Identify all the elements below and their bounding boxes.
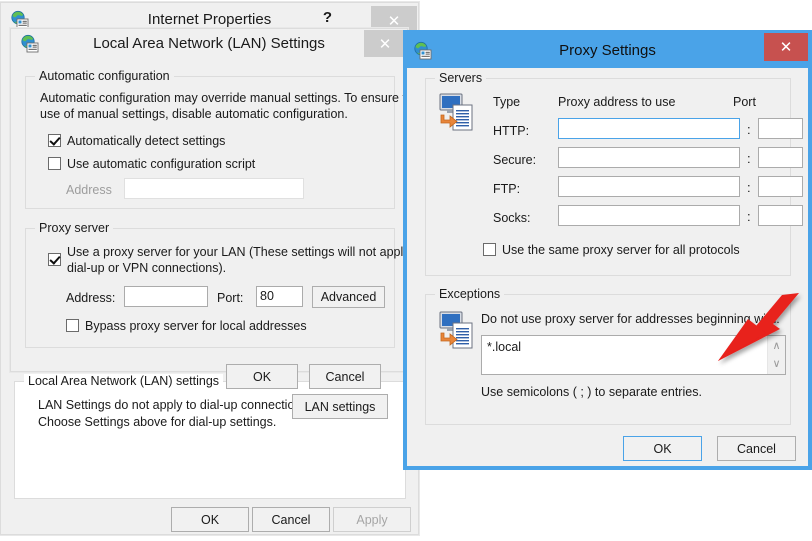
server-port-input-ftp[interactable] bbox=[758, 176, 803, 197]
automatically-detect-settings-label: Automatically detect settings bbox=[67, 134, 226, 148]
automatically-detect-settings-checkbox[interactable] bbox=[48, 134, 61, 147]
server-address-input-secure[interactable] bbox=[558, 147, 740, 168]
proxy-settings-title: Proxy Settings bbox=[559, 42, 656, 59]
lan-settings-close-button[interactable]: ✕ bbox=[364, 30, 406, 57]
server-row-type-socks: Socks: bbox=[493, 211, 531, 225]
screen-root: Internet Properties ? ✕ Local Area Netwo… bbox=[0, 0, 812, 541]
server-port-input-secure[interactable] bbox=[758, 147, 803, 168]
lan-settings-title: Local Area Network (LAN) Settings bbox=[93, 35, 325, 52]
use-automatic-configuration-script-label: Use automatic configuration script bbox=[67, 157, 256, 171]
proxy-exceptions-icon bbox=[438, 309, 478, 353]
proxy-settings-close-button[interactable]: ✕ bbox=[764, 33, 808, 61]
proxy-server-legend: Proxy server bbox=[35, 221, 114, 235]
proxy-settings-window: Proxy Settings ✕ Servers Type Proxy addr… bbox=[403, 30, 812, 470]
servers-column-type: Type bbox=[493, 95, 521, 109]
server-colon-secure: : bbox=[747, 151, 751, 166]
advanced-button[interactable]: Advanced bbox=[312, 286, 385, 308]
server-address-input-socks[interactable] bbox=[558, 205, 740, 226]
automatic-configuration-description-line1: Automatic configuration may override man… bbox=[40, 91, 420, 105]
server-address-input-http[interactable] bbox=[558, 118, 740, 139]
script-address-input[interactable] bbox=[124, 178, 304, 199]
internet-properties-apply-button: Apply bbox=[333, 507, 411, 532]
servers-group: Servers Type Proxy address to use Port H… bbox=[425, 71, 803, 276]
bypass-proxy-checkbox[interactable] bbox=[66, 319, 79, 332]
automatic-configuration-description-line2: use of manual settings, disable automati… bbox=[40, 107, 348, 121]
use-proxy-server-label-line2: dial-up or VPN connections). bbox=[67, 261, 227, 275]
proxy-server-group: Proxy server Use a proxy server for your… bbox=[25, 221, 423, 348]
lan-settings-cancel-button[interactable]: Cancel bbox=[309, 364, 381, 389]
exceptions-textarea[interactable]: *.local ∧ ∨ bbox=[481, 335, 786, 375]
use-same-proxy-checkbox[interactable] bbox=[483, 243, 496, 256]
script-address-label: Address bbox=[66, 183, 112, 197]
proxy-port-input[interactable]: 80 bbox=[256, 286, 303, 307]
use-automatic-configuration-script-checkbox[interactable] bbox=[48, 157, 61, 170]
server-colon-ftp: : bbox=[747, 180, 751, 195]
server-row-type-ftp: FTP: bbox=[493, 182, 521, 196]
server-port-input-socks[interactable] bbox=[758, 205, 803, 226]
server-address-input-ftp[interactable] bbox=[558, 176, 740, 197]
lan-settings-description-line1: LAN Settings do not apply to dial-up con… bbox=[38, 398, 312, 412]
server-port-input-http[interactable] bbox=[758, 118, 803, 139]
server-row-type-secure: Secure: bbox=[493, 153, 537, 167]
servers-column-address: Proxy address to use bbox=[558, 95, 676, 109]
server-row-type-http: HTTP: bbox=[493, 124, 530, 138]
lan-settings-ok-button[interactable]: OK bbox=[226, 364, 298, 389]
internet-properties-cancel-button[interactable]: Cancel bbox=[252, 507, 330, 532]
lan-settings-button[interactable]: LAN settings bbox=[292, 394, 388, 419]
use-proxy-server-label-line1: Use a proxy server for your LAN (These s… bbox=[67, 245, 424, 259]
automatic-configuration-legend: Automatic configuration bbox=[35, 69, 174, 83]
use-same-proxy-label: Use the same proxy server for all protoc… bbox=[502, 243, 740, 257]
proxy-settings-titlebar: Proxy Settings ✕ bbox=[407, 33, 808, 68]
proxy-settings-ok-button[interactable]: OK bbox=[623, 436, 702, 461]
lan-settings-group: Local Area Network (LAN) settings LAN Se… bbox=[14, 374, 406, 499]
lan-settings-group-legend: Local Area Network (LAN) settings bbox=[24, 374, 224, 388]
servers-column-port: Port bbox=[733, 95, 756, 109]
automatic-configuration-group: Automatic configuration Automatic config… bbox=[25, 69, 420, 209]
servers-legend: Servers bbox=[435, 71, 487, 85]
lan-settings-window: Local Area Network (LAN) Settings ✕ Auto… bbox=[10, 28, 423, 389]
scroll-up-icon[interactable]: ∧ bbox=[768, 339, 785, 353]
exceptions-hint: Use semicolons ( ; ) to separate entries… bbox=[481, 385, 702, 399]
exceptions-value: *.local bbox=[487, 340, 522, 354]
use-proxy-server-checkbox[interactable] bbox=[48, 253, 61, 266]
lan-settings-description-line2: Choose Settings above for dial-up settin… bbox=[38, 415, 277, 429]
exceptions-group: Exceptions Do not use proxy server for a… bbox=[425, 287, 791, 425]
exceptions-legend: Exceptions bbox=[435, 287, 505, 301]
bypass-proxy-label: Bypass proxy server for local addresses bbox=[85, 319, 307, 333]
proxy-settings-cancel-button[interactable]: Cancel bbox=[717, 436, 796, 461]
proxy-port-label: Port: bbox=[217, 291, 244, 305]
lan-settings-titlebar: Local Area Network (LAN) Settings ✕ bbox=[11, 29, 407, 59]
server-colon-socks: : bbox=[747, 209, 751, 224]
scroll-down-icon[interactable]: ∨ bbox=[768, 357, 785, 371]
internet-properties-ok-button[interactable]: OK bbox=[171, 507, 249, 532]
help-button[interactable]: ? bbox=[323, 9, 332, 26]
server-colon-http: : bbox=[747, 122, 751, 137]
proxy-address-label: Address: bbox=[66, 291, 116, 305]
exceptions-description: Do not use proxy server for addresses be… bbox=[481, 312, 780, 326]
exceptions-scrollbar[interactable]: ∧ ∨ bbox=[767, 336, 785, 374]
proxy-servers-icon bbox=[438, 91, 478, 135]
proxy-address-input[interactable] bbox=[124, 286, 208, 307]
